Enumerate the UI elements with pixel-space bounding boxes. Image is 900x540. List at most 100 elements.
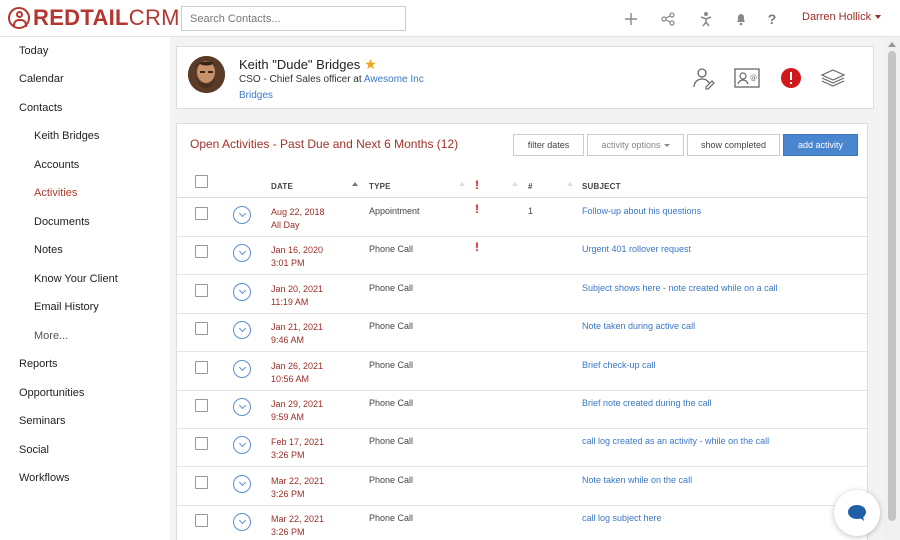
- row-checkbox[interactable]: [195, 322, 208, 336]
- activity-subject-link[interactable]: Brief note created during the call: [582, 398, 712, 408]
- user-menu[interactable]: Darren Hollick: [802, 11, 882, 23]
- sidebar-item-social[interactable]: Social: [19, 444, 49, 456]
- sort-icon[interactable]: [459, 182, 465, 186]
- sidebar-item-documents[interactable]: Documents: [34, 216, 90, 228]
- page-scrollbar[interactable]: [884, 37, 900, 540]
- table-row[interactable]: Mar 22, 2021 3:26 PM Phone Call call log su…: [177, 506, 867, 540]
- activity-date: Jan 26, 2021 10:56 AM: [271, 360, 323, 386]
- share-icon[interactable]: [658, 9, 678, 29]
- expand-row-icon[interactable]: [233, 474, 251, 493]
- scroll-up-icon[interactable]: [888, 42, 896, 47]
- sidebar-item-notes[interactable]: Notes: [34, 244, 63, 256]
- expand-row-icon[interactable]: [233, 398, 251, 416]
- sidebar-item-workflows[interactable]: Workflows: [19, 472, 70, 484]
- activity-subject-link[interactable]: Brief check-up call: [582, 360, 656, 370]
- sidebar-item-opportunities[interactable]: Opportunities: [19, 387, 84, 399]
- expand-row-icon[interactable]: [233, 436, 251, 455]
- activity-subject-link[interactable]: Subject shows here - note created while …: [582, 283, 778, 293]
- column-header-subject[interactable]: SUBJECT: [582, 182, 621, 191]
- sidebar-item-know-your-client[interactable]: Know Your Client: [34, 273, 118, 285]
- row-checkbox[interactable]: [195, 437, 208, 451]
- row-checkbox[interactable]: [195, 475, 208, 489]
- redtail-logo[interactable]: REDTAILCRM: [8, 5, 180, 30]
- contact-title: CSO - Chief Sales officer at Awesome Inc: [239, 74, 424, 85]
- profile-edit-icon[interactable]: [691, 65, 717, 91]
- expand-row-icon[interactable]: [233, 282, 251, 301]
- contact-company-link[interactable]: Awesome Inc: [364, 74, 424, 85]
- show-completed-button[interactable]: show completed: [687, 134, 780, 156]
- add-activity-button[interactable]: add activity: [783, 134, 858, 156]
- expand-row-icon[interactable]: [233, 513, 251, 532]
- activity-type: Phone Call: [369, 244, 414, 255]
- table-row[interactable]: Jan 26, 2021 10:56 AM Phone Call Brief chec…: [177, 353, 867, 391]
- activity-subject-link[interactable]: Note taken during active call: [582, 321, 695, 331]
- sort-icon[interactable]: [512, 182, 518, 186]
- sort-ascending-icon[interactable]: [352, 182, 358, 186]
- table-row[interactable]: Feb 17, 2021 3:26 PM Phone Call call log cr…: [177, 429, 867, 468]
- chat-bubble-icon: [848, 505, 866, 521]
- activity-subject-link[interactable]: call log subject here: [582, 513, 662, 523]
- column-header-num[interactable]: #: [528, 182, 533, 191]
- contact-family-link[interactable]: Bridges: [239, 90, 273, 101]
- sidebar-item-accounts[interactable]: Accounts: [34, 159, 79, 171]
- sidebar-item-activities[interactable]: Activities: [34, 187, 77, 199]
- row-checkbox[interactable]: [195, 399, 208, 412]
- table-row[interactable]: Mar 22, 2021 3:26 PM Phone Call Note taken …: [177, 468, 867, 506]
- sort-icon[interactable]: [567, 182, 573, 186]
- bell-icon[interactable]: [731, 9, 751, 29]
- column-header-type[interactable]: TYPE: [369, 182, 391, 191]
- row-checkbox[interactable]: [195, 360, 208, 374]
- table-row[interactable]: Jan 16, 2020 3:01 PM Phone Call! Urgent 401…: [177, 237, 867, 276]
- table-row[interactable]: Jan 20, 2021 11:19 AM Phone Call Subject sh…: [177, 276, 867, 314]
- activity-subject-link[interactable]: Urgent 401 rollover request: [582, 244, 691, 254]
- row-checkbox[interactable]: [195, 514, 208, 528]
- select-all-checkbox[interactable]: [195, 175, 208, 188]
- activity-date-time: All Day: [271, 220, 300, 230]
- sidebar-item-email-history[interactable]: Email History: [34, 301, 99, 313]
- contact-header-card: Keith "Dude" Bridges ★ CSO - Chief Sales…: [176, 46, 874, 109]
- contact-card-icon[interactable]: @: [734, 65, 760, 91]
- plus-icon[interactable]: [621, 9, 641, 29]
- chevron-down-icon: [663, 143, 670, 147]
- row-checkbox[interactable]: [195, 207, 208, 220]
- filter-dates-button[interactable]: filter dates: [513, 134, 584, 156]
- scrollbar-thumb[interactable]: [888, 51, 896, 521]
- activity-subject-link[interactable]: Note taken while on the call: [582, 475, 692, 485]
- column-header-date[interactable]: DATE: [271, 182, 293, 191]
- table-row[interactable]: Aug 22, 2018 All Day Appointment! 1 Follow-u…: [177, 199, 867, 237]
- expand-row-icon[interactable]: [233, 321, 251, 340]
- activity-date-day: Jan 29, 2021: [271, 399, 324, 409]
- sidebar-item-seminars[interactable]: Seminars: [19, 415, 65, 427]
- activity-type: Phone Call: [369, 436, 414, 447]
- sidebar-item-reports[interactable]: Reports: [19, 358, 58, 370]
- alert-icon[interactable]: [778, 65, 804, 91]
- search-contacts-input[interactable]: [181, 6, 406, 31]
- activity-options-button[interactable]: activity options: [587, 134, 684, 156]
- table-row[interactable]: Jan 29, 2021 9:59 AM Phone Call Brief note …: [177, 391, 867, 429]
- sidebar-item-contacts[interactable]: Contacts: [19, 102, 62, 114]
- column-header-priority[interactable]: !: [475, 178, 479, 192]
- sidebar-item-more[interactable]: More...: [34, 330, 68, 342]
- activity-date-time: 9:46 AM: [271, 335, 305, 346]
- expand-row-icon[interactable]: [233, 206, 251, 224]
- activity-date-time: 3:01 PM: [271, 258, 305, 269]
- chat-button[interactable]: [834, 490, 880, 536]
- table-row[interactable]: Jan 21, 2021 9:46 AM Phone Call Note taken …: [177, 314, 867, 353]
- person-icon[interactable]: [696, 9, 716, 29]
- activity-subject-link[interactable]: call log created as an activity - while …: [582, 436, 769, 446]
- high-priority-icon: !: [475, 202, 479, 216]
- sidebar-item-calendar[interactable]: Calendar: [19, 73, 64, 85]
- expand-row-icon[interactable]: [233, 359, 251, 378]
- help-icon[interactable]: ?: [762, 9, 782, 29]
- expand-row-icon[interactable]: [233, 244, 251, 263]
- row-checkbox[interactable]: [195, 245, 208, 259]
- activities-panel-title: Open Activities - Past Due and Next 6 Mo…: [190, 137, 459, 151]
- row-checkbox[interactable]: [195, 283, 208, 297]
- layers-icon[interactable]: [820, 65, 846, 91]
- activity-type: Phone Call: [369, 513, 414, 524]
- logo-text: REDTAILCRM: [33, 5, 180, 30]
- favorite-star-icon[interactable]: ★: [364, 56, 377, 73]
- sidebar-item-keith-bridges[interactable]: Keith Bridges: [34, 130, 99, 142]
- sidebar-item-today[interactable]: Today: [19, 45, 48, 57]
- activity-subject-link[interactable]: Follow-up about his questions: [582, 206, 701, 216]
